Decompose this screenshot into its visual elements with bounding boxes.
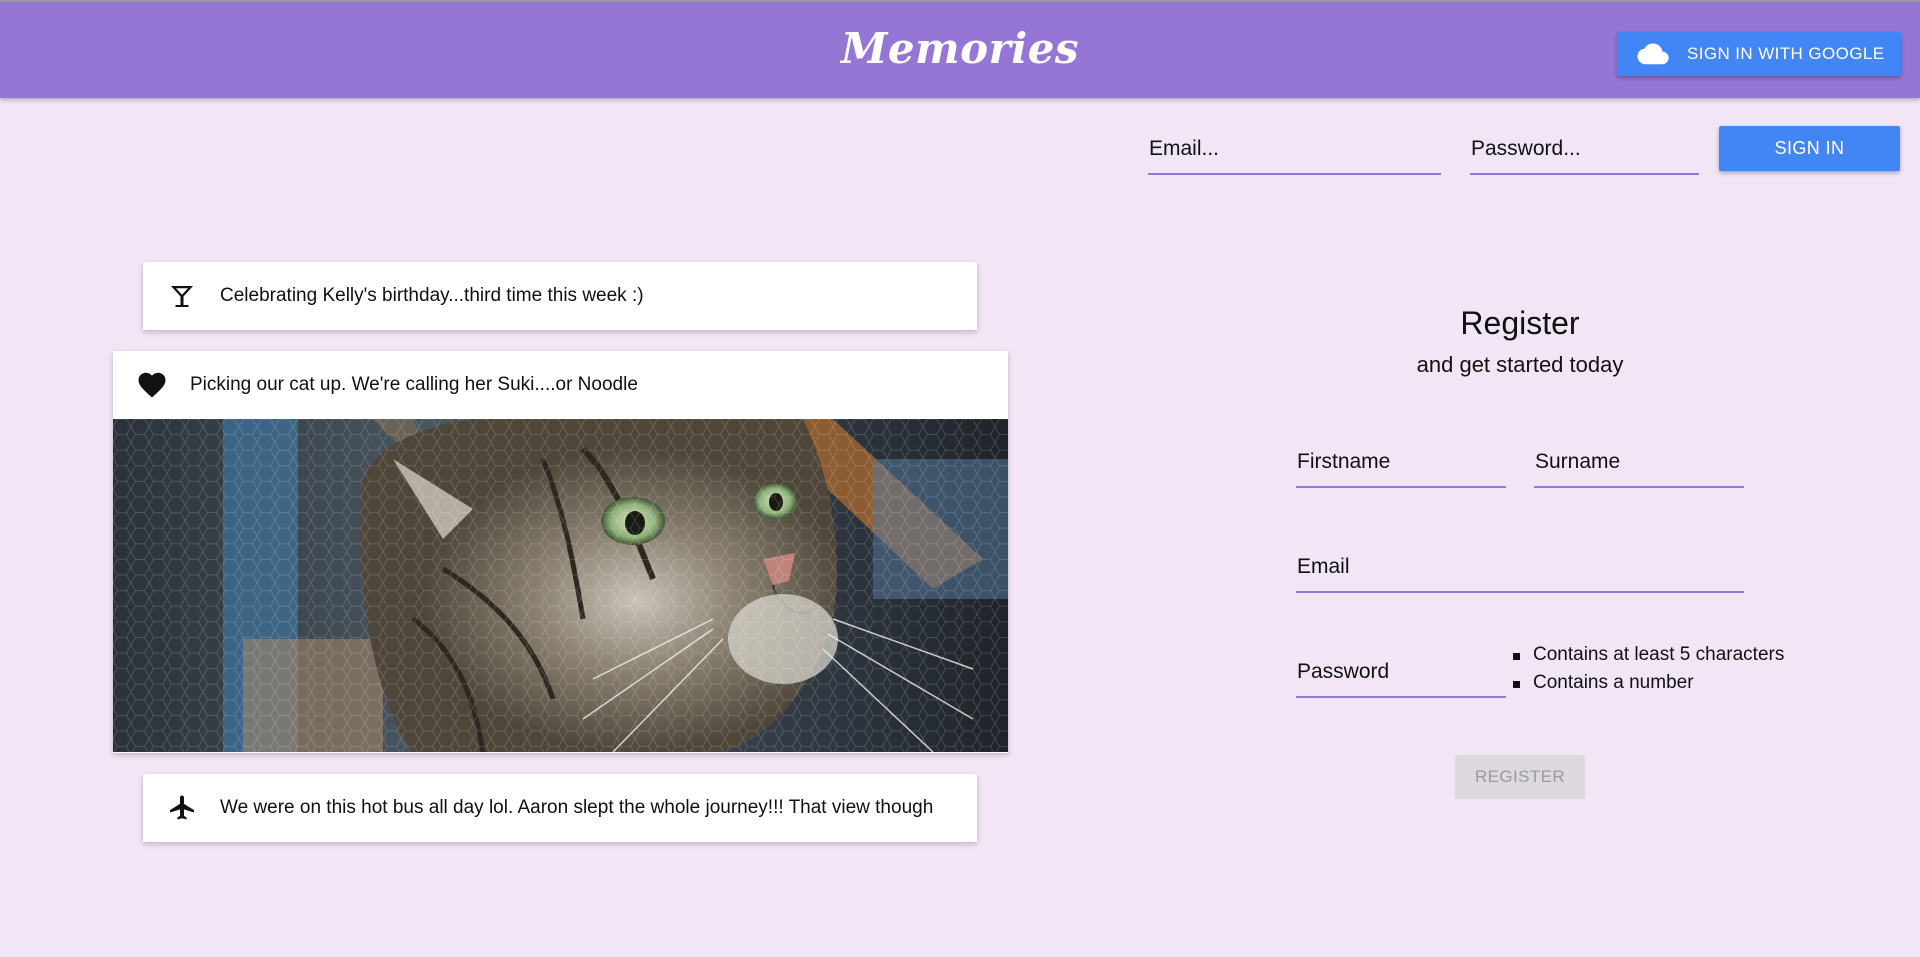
firstname-input[interactable] — [1296, 444, 1506, 488]
register-email-input[interactable] — [1296, 549, 1744, 593]
register-button[interactable]: REGISTER — [1455, 755, 1585, 799]
airplane-icon — [168, 794, 196, 822]
cloud-icon — [1637, 43, 1669, 65]
heart-icon — [138, 371, 166, 399]
sign-in-button[interactable]: SIGN IN — [1719, 126, 1900, 171]
app-bar: Memories SIGN IN WITH GOOGLE — [0, 2, 1920, 98]
memory-text: Picking our cat up. We're calling her Su… — [190, 374, 638, 395]
register-title: Register — [1460, 305, 1580, 341]
login-email-input[interactable] — [1148, 130, 1441, 175]
surname-input[interactable] — [1534, 444, 1744, 488]
memory-text: We were on this hot bus all day lol. Aar… — [220, 797, 934, 818]
memory-card-featured[interactable]: Picking our cat up. We're calling her Su… — [113, 351, 1008, 753]
sign-in-with-google-button[interactable]: SIGN IN WITH GOOGLE — [1617, 32, 1901, 76]
register-subtitle: and get started today — [1416, 352, 1624, 377]
cat-photo — [113, 419, 1008, 752]
password-rule: Contains at least 5 characters — [1513, 641, 1784, 669]
password-rules-list: Contains at least 5 characters Contains … — [1513, 641, 1784, 697]
martini-icon — [168, 282, 196, 310]
register-password-input[interactable] — [1296, 654, 1506, 698]
login-password-input[interactable] — [1470, 130, 1699, 175]
password-rule: Contains a number — [1513, 669, 1784, 697]
memory-card[interactable]: Celebrating Kelly's birthday...third tim… — [143, 262, 977, 330]
memory-card[interactable]: We were on this hot bus all day lol. Aar… — [143, 774, 977, 842]
memory-text: Celebrating Kelly's birthday...third tim… — [220, 285, 644, 306]
google-button-label: SIGN IN WITH GOOGLE — [1687, 44, 1885, 63]
